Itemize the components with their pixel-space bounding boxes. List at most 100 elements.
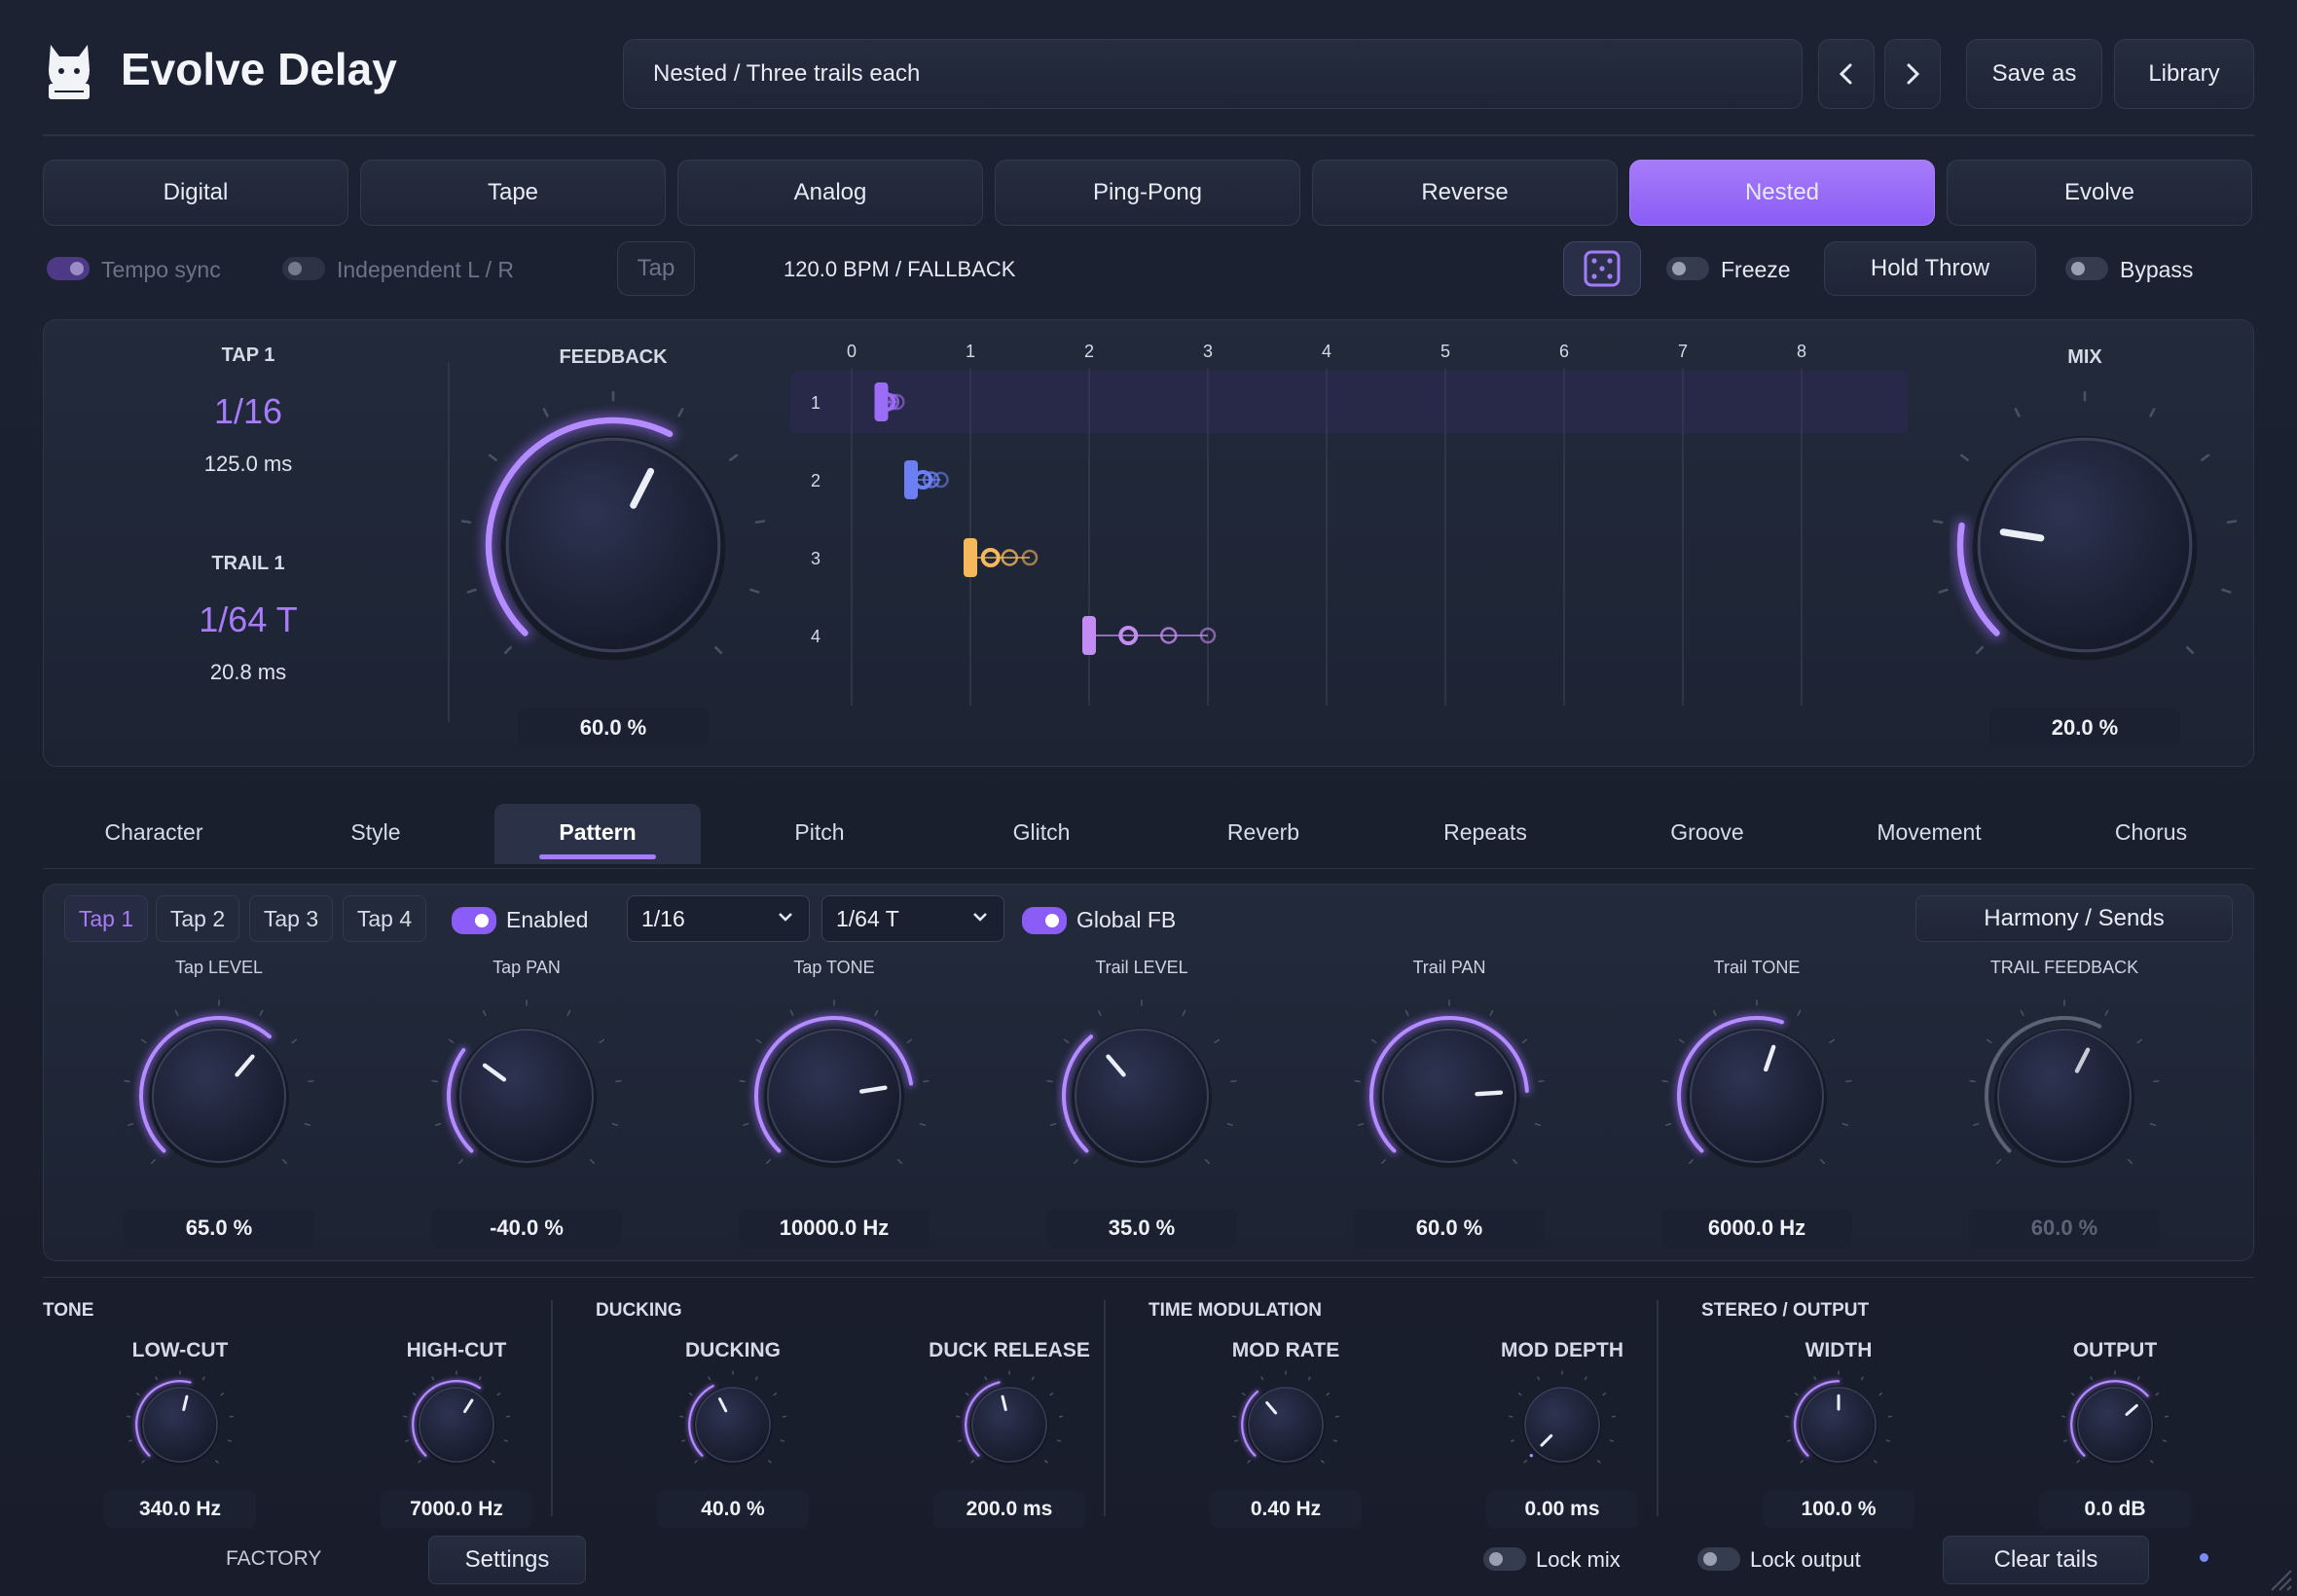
lock-output-label: Lock output bbox=[1750, 1547, 1861, 1572]
preset-name-field[interactable]: Nested / Three trails each bbox=[623, 39, 1803, 109]
lock-output-toggle[interactable] bbox=[1697, 1547, 1740, 1571]
hold-throw-button[interactable]: Hold Throw bbox=[1824, 241, 2036, 296]
tap-tab-4[interactable]: Tap 4 bbox=[343, 895, 426, 942]
section-knob[interactable] bbox=[1784, 1370, 1893, 1479]
tap-marker[interactable] bbox=[904, 460, 918, 499]
x-tick-label: 7 bbox=[1678, 342, 1688, 361]
chevron-down-icon bbox=[973, 913, 987, 922]
subtab-reverb[interactable]: Reverb bbox=[1160, 819, 1367, 846]
lock-mix-toggle[interactable] bbox=[1483, 1547, 1526, 1571]
mode-tab-ping-pong[interactable]: Ping-Pong bbox=[995, 160, 1300, 226]
subtab-groove[interactable]: Groove bbox=[1604, 819, 1810, 846]
subtab-repeats[interactable]: Repeats bbox=[1382, 819, 1588, 846]
bypass-toggle[interactable] bbox=[2065, 257, 2108, 280]
pattern-knob-graphic bbox=[1046, 999, 1237, 1168]
trail-time-select[interactable]: 1/64 T bbox=[821, 895, 1004, 942]
section-knob[interactable] bbox=[1508, 1370, 1617, 1479]
preset-name: Nested / Three trails each bbox=[653, 60, 921, 87]
freeze-toggle[interactable] bbox=[1666, 257, 1709, 280]
section-knob[interactable] bbox=[955, 1370, 1064, 1479]
cat-logo-icon bbox=[49, 45, 90, 99]
pattern-knob-3[interactable] bbox=[1044, 998, 1239, 1193]
section-knob-graphic bbox=[1232, 1370, 1339, 1466]
pattern-knob-2[interactable] bbox=[737, 998, 931, 1193]
pattern-knob-value: 60.0 % bbox=[1969, 1209, 2160, 1248]
enabled-toggle[interactable] bbox=[452, 907, 496, 934]
bottom-divider bbox=[43, 1277, 2254, 1278]
global-fb-toggle[interactable] bbox=[1022, 907, 1067, 934]
lock-mix-label: Lock mix bbox=[1536, 1547, 1621, 1572]
section-knob[interactable] bbox=[1231, 1370, 1340, 1479]
mode-tab-digital[interactable]: Digital bbox=[43, 160, 348, 226]
pattern-knob-0[interactable] bbox=[122, 998, 316, 1193]
app-title: Evolve Delay bbox=[121, 44, 397, 94]
section-knob[interactable] bbox=[2060, 1370, 2169, 1479]
section-knob-graphic bbox=[679, 1370, 786, 1466]
pattern-knob-6[interactable] bbox=[1967, 998, 2162, 1193]
subtab-style[interactable]: Style bbox=[273, 819, 479, 846]
pattern-knob-graphic bbox=[739, 999, 930, 1168]
mode-tab-tape[interactable]: Tape bbox=[360, 160, 666, 226]
mix-knob-graphic bbox=[1932, 390, 2238, 661]
harmony-sends-button[interactable]: Harmony / Sends bbox=[1915, 895, 2233, 942]
x-tick-label: 4 bbox=[1322, 342, 1331, 361]
mode-tab-nested[interactable]: Nested bbox=[1629, 160, 1935, 226]
section-knob-graphic bbox=[127, 1370, 234, 1466]
tap-marker[interactable] bbox=[1082, 616, 1096, 655]
resize-grip-icon[interactable] bbox=[2264, 1563, 2293, 1592]
subtab-chorus[interactable]: Chorus bbox=[2048, 819, 2254, 846]
subtab-character[interactable]: Character bbox=[51, 819, 257, 846]
section-knob-value: 100.0 % bbox=[1763, 1491, 1914, 1528]
library-button[interactable]: Library bbox=[2114, 39, 2254, 109]
section-knob[interactable] bbox=[126, 1370, 235, 1479]
enabled-label: Enabled bbox=[506, 907, 589, 932]
pattern-knob-value: 10000.0 Hz bbox=[739, 1209, 930, 1248]
chevron-right-icon bbox=[1907, 63, 1920, 85]
trail-time-value: 1/64 T bbox=[836, 905, 899, 931]
feedback-knob[interactable] bbox=[457, 389, 769, 701]
mode-tab-evolve[interactable]: Evolve bbox=[1947, 160, 2252, 226]
settings-button[interactable]: Settings bbox=[428, 1536, 586, 1584]
section-knob[interactable] bbox=[678, 1370, 787, 1479]
section-knob-graphic bbox=[403, 1370, 510, 1466]
mode-tab-reverse[interactable]: Reverse bbox=[1312, 160, 1618, 226]
tap-tab-3[interactable]: Tap 3 bbox=[249, 895, 333, 942]
pattern-knob-graphic bbox=[1969, 999, 2160, 1168]
section-knob-label: LOW-CUT bbox=[131, 1339, 229, 1361]
feedback-value: 60.0 % bbox=[518, 708, 709, 747]
tap-marker[interactable] bbox=[964, 538, 977, 577]
tap-tab-2[interactable]: Tap 2 bbox=[156, 895, 239, 942]
next-preset-button[interactable] bbox=[1884, 39, 1941, 109]
chevron-left-icon bbox=[1839, 63, 1852, 85]
mix-label: MIX bbox=[2067, 346, 2102, 368]
save-as-button[interactable]: Save as bbox=[1966, 39, 2102, 109]
prev-preset-button[interactable] bbox=[1818, 39, 1875, 109]
subtab-movement[interactable]: Movement bbox=[1826, 819, 2032, 846]
independent-lr-toggle[interactable] bbox=[282, 257, 325, 280]
section-knob-value: 0.40 Hz bbox=[1210, 1491, 1362, 1528]
section-divider bbox=[1104, 1300, 1106, 1516]
tap-tempo-button[interactable]: Tap bbox=[617, 241, 695, 296]
pattern-knob-1[interactable] bbox=[429, 998, 624, 1193]
pattern-knob-label: TRAIL FEEDBACK bbox=[1989, 958, 2139, 977]
tap-tab-1[interactable]: Tap 1 bbox=[64, 895, 148, 942]
section-knob-label: DUCKING bbox=[685, 1339, 781, 1361]
pattern-knob-5[interactable] bbox=[1659, 998, 1854, 1193]
tap-marker[interactable] bbox=[874, 382, 889, 421]
tap-time-select[interactable]: 1/16 bbox=[627, 895, 810, 942]
section-knob[interactable] bbox=[402, 1370, 511, 1479]
mode-tab-analog[interactable]: Analog bbox=[677, 160, 983, 226]
section-knob-label: DUCK RELEASE bbox=[929, 1339, 1090, 1361]
independent-lr-label: Independent L / R bbox=[337, 257, 515, 282]
bypass-label: Bypass bbox=[2120, 257, 2194, 282]
section-title: DUCKING bbox=[596, 1300, 682, 1321]
mix-knob[interactable] bbox=[1929, 389, 2241, 701]
clear-tails-button[interactable]: Clear tails bbox=[1943, 1536, 2149, 1584]
subtab-glitch[interactable]: Glitch bbox=[938, 819, 1145, 846]
subtab-pitch[interactable]: Pitch bbox=[716, 819, 923, 846]
tempo-sync-toggle[interactable] bbox=[47, 257, 90, 280]
subtab-pattern[interactable]: Pattern bbox=[494, 819, 701, 846]
pattern-knob-4[interactable] bbox=[1352, 998, 1547, 1193]
section-knob-value: 340.0 Hz bbox=[104, 1491, 256, 1528]
randomize-button[interactable] bbox=[1563, 241, 1641, 296]
